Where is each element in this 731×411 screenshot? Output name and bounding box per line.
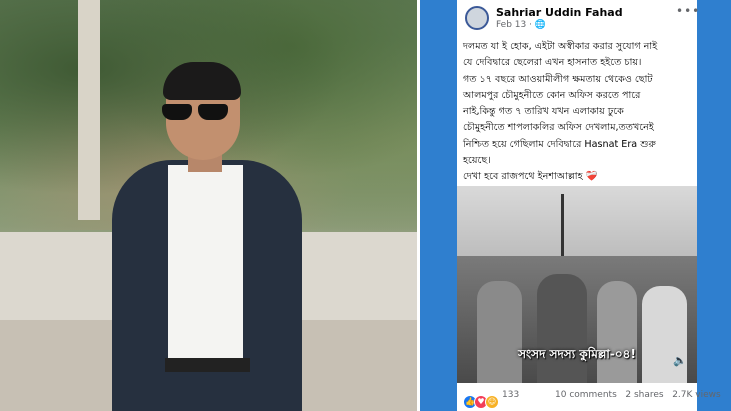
background-pole [78,0,100,220]
video-person [477,281,522,383]
comments-count[interactable]: 10 comments [555,390,617,400]
portrait-photo [0,0,417,411]
post-line: হয়েছে। [463,155,491,167]
post-meta: Feb 13 · 🌐 [496,20,546,30]
video-person [642,286,687,383]
speaker-icon[interactable]: 🔈 [673,354,687,368]
video-mast [561,194,564,264]
more-horizontal-icon[interactable]: ••• [676,4,700,18]
video-person [597,281,637,383]
haha-icon: ☺ [485,395,499,409]
video-caption: সংসদ সদস্য কুমিল্লা-০৪! [518,347,636,361]
video-person [537,274,587,383]
post-line: দলমত যা ই হোক, এইটা অস্বীকার করার সুযোগ … [463,41,658,52]
post-stats: 10 comments 2 shares 2.7K views [555,390,721,400]
author-avatar[interactable] [465,6,489,30]
sunglasses [160,104,230,120]
heart-emoji: ❤️‍🩹 [585,171,598,183]
views-count: 2.7K views [672,390,721,400]
person-belt [165,358,250,372]
globe-icon: · 🌐 [529,20,547,30]
reaction-icons[interactable]: 👍 ♥ ☺ [463,389,499,409]
post-line-last: দেখা হবে রাজপথে ইনশাআল্লাহ ❤️‍🩹 [463,169,691,185]
post-video[interactable]: সংসদ সদস্য কুমিল্লা-০৪! 🔈 [457,186,697,383]
person-hair [163,62,241,100]
post-line: নিশ্চিত হয়ে গেছিলাম দেবিদ্বারে Hasnat E… [463,138,656,150]
post-author[interactable]: Sahriar Uddin Fahad [496,6,623,19]
post-line-text: দেখা হবে রাজপথে ইনশাআল্লাহ [463,171,583,183]
post-body: দলমত যা ই হোক, এইটা অস্বীকার করার সুযোগ … [463,39,691,186]
post-line: নাই,কিন্তু গত ৭ তারিখ যখন এলাকায় ঢুকে [463,106,624,118]
post-line: চৌমুহনীতে শাপলাকলির অফিস দেখলাম,ততখনেই [463,122,654,134]
person-shirt [168,165,243,365]
reaction-count[interactable]: 133 [502,390,519,400]
shares-count[interactable]: 2 shares [625,390,663,400]
post-date[interactable]: Feb 13 [496,20,526,30]
post-line: গত ১৭ বছরে আওয়ামীলীগ ক্ষমতায় থেকেও ছোট [463,73,653,85]
post-line: আলমপুর চৌমুহনীতে কোন অফিস করতে পারে [463,89,641,101]
post-line: যে দেবিদ্বারে ছেলেরা এখন হাসনাত হইতে চায… [463,57,642,69]
